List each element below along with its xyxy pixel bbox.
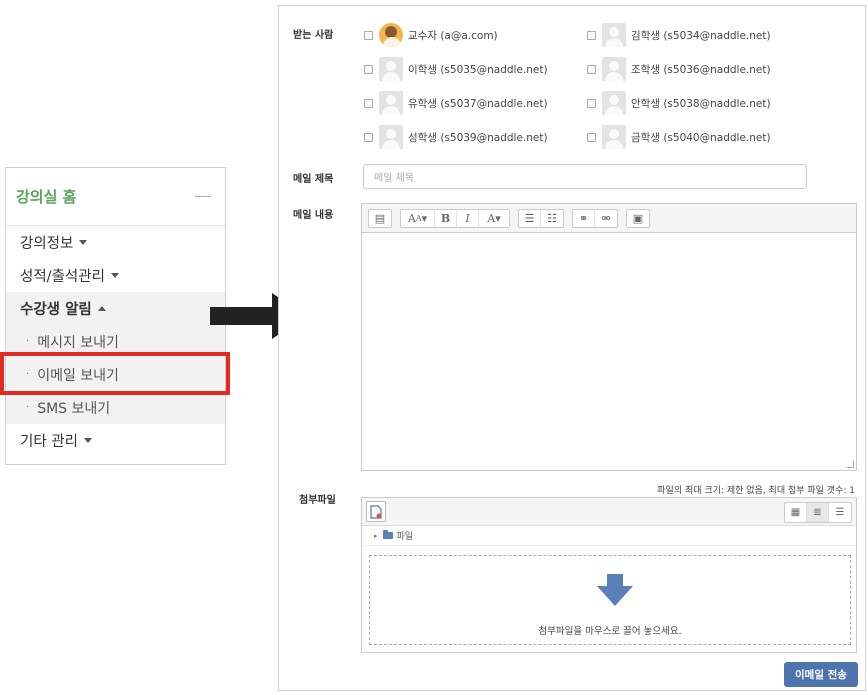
recipient-item[interactable]: 김학생 (s5034@naddle.net)	[587, 23, 771, 47]
recipient-item[interactable]: 교수자 (a@a.com)	[364, 23, 498, 47]
recipient-name: 교수자 (a@a.com)	[408, 29, 498, 42]
folder-label: 파일	[396, 532, 414, 542]
bullet-icon: ·	[26, 402, 30, 413]
expand-icon: ▸	[374, 531, 378, 540]
image-icon[interactable]: ▣	[627, 210, 649, 227]
recipient-item[interactable]: 안학생 (s5038@naddle.net)	[587, 91, 771, 115]
sidebar-item-label: 성적/출석관리	[20, 269, 105, 285]
view-tree-icon[interactable]: ☰	[829, 503, 851, 522]
view-switcher: ▦ ≣ ☰	[784, 502, 852, 523]
view-icons-icon[interactable]: ▦	[785, 503, 807, 522]
recipient-name: 안학생 (s5038@naddle.net)	[631, 97, 771, 110]
email-form: 받는 사람 교수자 (a@a.com) 김학생 (s5034@naddle.ne…	[278, 5, 866, 691]
avatar	[379, 91, 403, 115]
link-icon[interactable]: ⚭	[573, 209, 595, 227]
course-sidebar: 강의실 홈 강의정보 성적/출석관리 수강생 알림 · 메시지 보내기 · 이메…	[5, 167, 226, 465]
avatar	[602, 23, 626, 47]
recipient-name: 성학생 (s5039@naddle.net)	[408, 131, 548, 144]
subject-label: 메일 제목	[293, 174, 334, 185]
file-limit-text: 파일의 최대 크기: 제한 없음, 최대 첨부 파일 갯수: 1	[657, 486, 855, 496]
avatar	[602, 57, 626, 81]
caret-down-icon	[110, 273, 119, 278]
add-file-button[interactable]	[366, 501, 386, 522]
file-manager: ▦ ≣ ☰ ▸ 파일 첨부파일을 마우스로 끌어 놓으세요.	[361, 497, 857, 653]
drop-arrow-icon	[597, 574, 633, 606]
sidebar-subitem-sms[interactable]: · SMS 보내기	[6, 391, 225, 424]
view-list-icon[interactable]: ≣	[807, 503, 829, 522]
sidebar-title[interactable]: 강의실 홈	[16, 186, 76, 207]
recipient-checkbox[interactable]	[364, 98, 373, 108]
body-label: 메일 내용	[293, 210, 334, 221]
folder-icon	[382, 530, 393, 539]
unordered-list-icon[interactable]: ☰	[519, 209, 541, 227]
recipient-checkbox[interactable]	[587, 64, 596, 74]
recipient-name: 유학생 (s5037@naddle.net)	[408, 97, 548, 110]
sidebar-item-other[interactable]: 기타 관리	[6, 424, 225, 457]
recipient-checkbox[interactable]	[587, 30, 596, 40]
caret-down-icon	[83, 438, 92, 443]
file-dropzone[interactable]: 첨부파일을 마우스로 끌어 놓으세요.	[369, 555, 851, 645]
recipient-item[interactable]: 금학생 (s5040@naddle.net)	[587, 125, 771, 149]
recipient-item[interactable]: 조학생 (s5036@naddle.net)	[587, 57, 771, 81]
avatar	[602, 125, 626, 149]
italic-icon[interactable]: I	[457, 209, 479, 227]
recipient-name: 이학생 (s5035@naddle.net)	[408, 63, 548, 76]
sidebar-item-label: 기타 관리	[20, 434, 78, 450]
recipient-item[interactable]: 이학생 (s5035@naddle.net)	[364, 57, 548, 81]
file-manager-toolbar: ▦ ≣ ☰	[362, 498, 856, 526]
unlink-icon[interactable]: ⚮	[595, 210, 617, 227]
recipient-checkbox[interactable]	[364, 132, 373, 142]
recipient-checkbox[interactable]	[587, 132, 596, 142]
font-size-icon[interactable]: A A ▾	[401, 209, 435, 227]
recipient-checkbox[interactable]	[587, 98, 596, 108]
avatar	[379, 57, 403, 81]
recipient-name: 조학생 (s5036@naddle.net)	[631, 63, 771, 76]
sidebar-subitem-label: SMS 보내기	[37, 400, 111, 417]
recipient-item[interactable]: 성학생 (s5039@naddle.net)	[364, 125, 548, 149]
avatar	[379, 23, 403, 47]
avatar	[379, 125, 403, 149]
send-email-button[interactable]: 이메일 전송	[784, 662, 858, 687]
font-color-icon[interactable]: A▾	[479, 210, 509, 227]
ordered-list-icon[interactable]: ☷	[541, 210, 563, 227]
add-file-icon	[370, 504, 382, 519]
bullet-icon: ·	[26, 336, 30, 347]
editor-toolbar: ▤ A A ▾ B I A▾ ☰ ☷ ⚭ ⚮ ▣	[362, 204, 856, 233]
recipient-item[interactable]: 유학생 (s5037@naddle.net)	[364, 91, 548, 115]
sidebar-item-label: 강의정보	[20, 236, 74, 252]
sidebar-subitem-label: 메시지 보내기	[37, 334, 119, 351]
recipient-checkbox[interactable]	[364, 30, 373, 40]
bold-icon[interactable]: B	[435, 209, 457, 227]
caret-down-icon	[79, 240, 88, 245]
subject-input[interactable]: 메일 제목	[363, 164, 807, 189]
sidebar-item-notifications[interactable]: 수강생 알림	[6, 292, 225, 325]
sidebar-header: 강의실 홈	[6, 168, 225, 226]
recipients-label: 받는 사람	[293, 30, 334, 41]
recipient-name: 김학생 (s5034@naddle.net)	[631, 29, 771, 42]
recipient-name: 금학생 (s5040@naddle.net)	[631, 131, 771, 144]
body-editor[interactable]: ▤ A A ▾ B I A▾ ☰ ☷ ⚭ ⚮ ▣	[361, 203, 857, 471]
toolbar-toggle-icon[interactable]: ▤	[369, 210, 391, 227]
highlight-box	[0, 352, 230, 395]
sidebar-item-label: 수강생 알림	[20, 302, 92, 318]
avatar	[602, 91, 626, 115]
sidebar-item-grades[interactable]: 성적/출석관리	[6, 259, 225, 292]
resize-handle-icon[interactable]	[847, 461, 854, 468]
recipient-checkbox[interactable]	[364, 64, 373, 74]
folder-path[interactable]: ▸ 파일	[362, 526, 856, 546]
attach-label: 첨부파일	[299, 495, 336, 506]
drop-hint: 첨부파일을 마우스로 끌어 놓으세요.	[538, 626, 682, 637]
sidebar-menu: 강의정보 성적/출석관리 수강생 알림 · 메시지 보내기 · 이메일 보내기 …	[6, 226, 225, 457]
collapse-icon[interactable]	[195, 196, 211, 197]
caret-up-icon	[97, 306, 106, 311]
sidebar-item-course-info[interactable]: 강의정보	[6, 226, 225, 259]
